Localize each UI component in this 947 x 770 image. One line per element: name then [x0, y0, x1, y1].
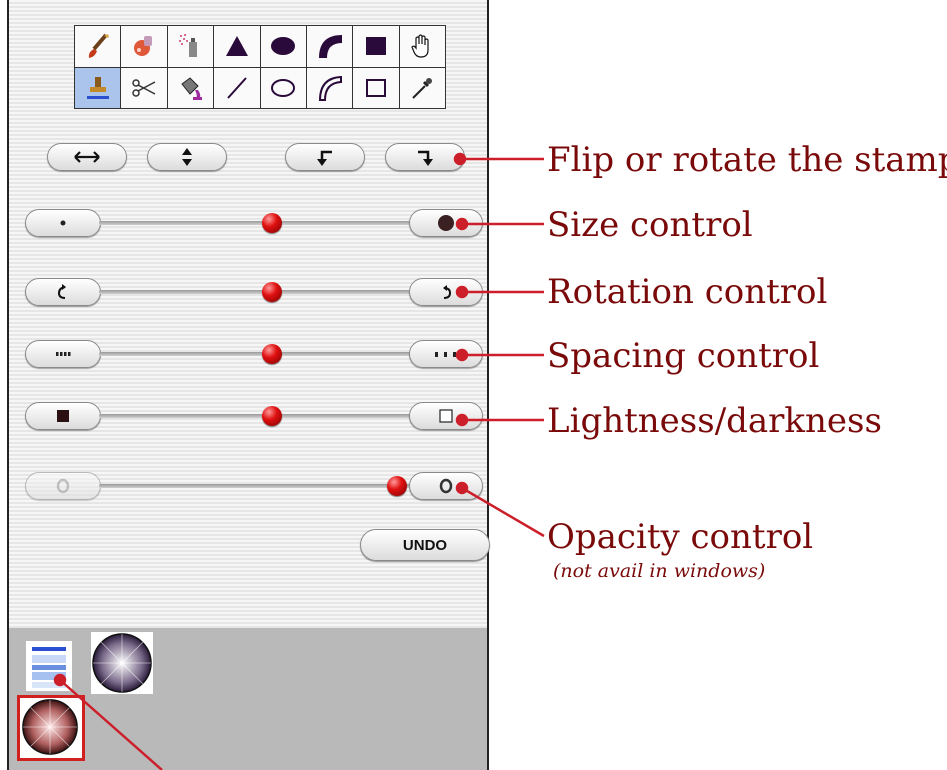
square-outline-icon	[365, 78, 386, 97]
curve-tool[interactable]	[306, 67, 353, 108]
rotation-slider-track[interactable]	[99, 290, 417, 294]
rotate-cw-icon	[443, 285, 452, 299]
spacing-slider-knob[interactable]	[262, 344, 282, 364]
line-tool[interactable]	[214, 67, 260, 108]
flip-vertical-icon	[182, 148, 192, 166]
stamp-tool[interactable]	[75, 67, 121, 108]
tight-dots-icon	[56, 352, 71, 356]
stamp-tool-panel: UNDO	[7, 0, 490, 770]
callout-lightness: Lightness/darkness	[547, 401, 882, 441]
copper-disc-swatch[interactable]	[17, 695, 85, 761]
lightness-slider-knob[interactable]	[262, 406, 282, 426]
paint-bucket-tool[interactable]	[167, 67, 214, 108]
curve-icon	[318, 75, 342, 101]
triangle-icon	[225, 36, 248, 57]
flip-horizontal-icon	[74, 151, 100, 163]
brush-tool[interactable]	[75, 26, 121, 67]
darker-button[interactable]	[25, 402, 101, 430]
stamp-icon	[86, 76, 109, 99]
opacity-decrease-button[interactable]	[25, 472, 101, 500]
ellipse-outline-tool[interactable]	[260, 67, 306, 108]
scissors-icon	[132, 79, 156, 97]
spacing-slider-track[interactable]	[99, 352, 417, 356]
spacing-increase-button[interactable]	[409, 340, 483, 368]
eyedropper-icon	[412, 77, 433, 99]
dark-square-icon	[57, 410, 69, 422]
rotate-right-icon	[418, 150, 433, 166]
undo-button[interactable]: UNDO	[360, 529, 490, 561]
opacity-increase-button[interactable]	[409, 472, 483, 500]
flip-horizontal-button[interactable]	[47, 143, 127, 171]
size-slider-knob[interactable]	[262, 213, 282, 233]
hand-icon	[411, 34, 429, 58]
airbrush-icon	[134, 36, 153, 57]
paint-bucket-icon	[181, 77, 203, 100]
rotate-left-icon	[317, 150, 332, 166]
size-decrease-button[interactable]	[25, 209, 101, 237]
disc-icon	[22, 699, 78, 755]
light-square-icon	[439, 409, 453, 423]
eyedropper-tool[interactable]	[399, 67, 445, 108]
rotate-left-button[interactable]	[285, 143, 365, 171]
opacity-slider-knob[interactable]	[387, 476, 407, 496]
small-dot-icon	[60, 220, 66, 226]
large-dot-icon	[438, 215, 454, 231]
callout-rotation: Rotation control	[547, 272, 828, 312]
silver-disc-swatch[interactable]	[91, 632, 153, 694]
rotation-cw-button[interactable]	[409, 278, 483, 306]
ellipse-outline-icon	[271, 78, 296, 97]
arc-tool[interactable]	[306, 26, 353, 67]
rotation-slider-knob[interactable]	[262, 282, 282, 302]
square-outline-tool[interactable]	[353, 67, 399, 108]
size-increase-button[interactable]	[409, 209, 483, 237]
spray-can-icon	[179, 34, 198, 58]
wide-dots-icon	[435, 352, 456, 357]
scissors-tool[interactable]	[121, 67, 167, 108]
size-slider-track[interactable]	[99, 221, 417, 225]
ellipse-fill-icon	[271, 37, 296, 56]
callout-size: Size control	[547, 205, 753, 245]
opacity-slider-track[interactable]	[99, 484, 417, 488]
square-fill-tool[interactable]	[353, 26, 399, 67]
line-icon	[227, 77, 247, 99]
rotation-ccw-button[interactable]	[25, 278, 101, 306]
rotate-ccw-icon	[57, 284, 66, 299]
airbrush-tool[interactable]	[121, 26, 167, 67]
flip-vertical-button[interactable]	[147, 143, 227, 171]
rotate-right-button[interactable]	[385, 143, 465, 171]
disc-icon	[92, 633, 152, 693]
spray-can-tool[interactable]	[167, 26, 214, 67]
lightness-slider-track[interactable]	[99, 414, 417, 418]
lighter-button[interactable]	[409, 402, 483, 430]
hand-tool[interactable]	[399, 26, 445, 67]
spacing-decrease-button[interactable]	[25, 340, 101, 368]
square-fill-icon	[365, 37, 386, 56]
ellipse-fill-tool[interactable]	[260, 26, 306, 67]
faint-circle-icon	[56, 478, 70, 494]
solid-circle-icon	[439, 478, 453, 494]
arc-icon	[318, 35, 342, 59]
triangle-tool[interactable]	[214, 26, 260, 67]
callout-flip-rotate: Flip or rotate the stamp	[547, 140, 947, 180]
brush-icon	[88, 33, 109, 59]
callout-opacity: Opacity control	[547, 517, 814, 557]
lines-stamp-swatch[interactable]	[26, 641, 72, 691]
callout-opacity-note: (not avail in windows)	[553, 560, 766, 582]
tool-palette	[74, 25, 446, 109]
callout-spacing: Spacing control	[547, 336, 820, 376]
